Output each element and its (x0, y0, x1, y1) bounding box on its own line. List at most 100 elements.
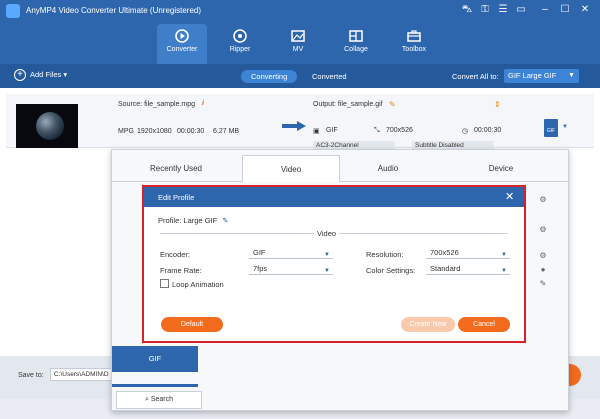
settings-icon[interactable]: ⚙ (539, 196, 547, 204)
format-dropdown-icon[interactable]: ▼ (562, 124, 568, 130)
edit-icon[interactable]: ✎ (389, 100, 396, 109)
feedback-icon[interactable]: ▭ (514, 3, 528, 17)
encoder-value: GIF (253, 248, 266, 257)
thumbnail-image (36, 112, 64, 140)
tab-toolbox[interactable]: Toolbox (389, 24, 439, 64)
save-path-field[interactable]: C:\Users\ADMIN\D (50, 368, 114, 381)
format-list-item-gif[interactable]: GIF (112, 346, 198, 372)
video-thumbnail[interactable] (16, 104, 78, 148)
resolution-select[interactable]: 700x526 ▼ (426, 247, 510, 259)
converter-icon (175, 29, 189, 43)
color-settings-value: Standard (430, 264, 461, 273)
tab-device[interactable]: Device (436, 155, 566, 182)
close-icon[interactable]: ✕ (505, 190, 514, 203)
mv-icon (291, 30, 305, 42)
format-search-button[interactable]: ⌕ Search (116, 391, 202, 409)
settings-icon[interactable]: ⚙ (539, 252, 547, 260)
chevron-down-icon: ▼ (568, 72, 575, 79)
toolbox-icon (407, 30, 421, 42)
encoder-select[interactable]: GIF ▼ (249, 247, 333, 259)
tab-collage[interactable]: Collage (331, 24, 381, 64)
edit-icon[interactable]: ✎ (222, 216, 228, 225)
info-icon[interactable]: i (202, 100, 204, 107)
color-settings-select[interactable]: Standard ▼ (426, 263, 510, 275)
compress-icon[interactable]: ⇕ (494, 100, 501, 109)
close-icon[interactable]: ✕ (578, 3, 592, 17)
output-resolution: 700x526 (386, 127, 413, 134)
add-files-label: Add Files (30, 69, 62, 79)
tab-ripper-label: Ripper (229, 46, 251, 53)
default-button[interactable]: Default (161, 317, 223, 332)
search-label: Search (150, 396, 174, 403)
clock-icon: ◷ (462, 128, 469, 135)
loop-animation-checkbox[interactable] (160, 279, 169, 288)
tab-converter[interactable]: Converter (157, 24, 207, 64)
output-format: GIF (326, 127, 338, 134)
chevron-down-icon: ▼ (324, 268, 330, 274)
menu-icon[interactable]: ☰ (496, 3, 510, 17)
convert-all-label: Convert All to: (452, 72, 499, 81)
window-title: AnyMP4 Video Converter Ultimate (Unregis… (26, 6, 202, 15)
tab-collage-label: Collage (344, 46, 368, 53)
edit-icon[interactable]: ✎ (539, 280, 547, 288)
source-file-name: Source: file_sample.mpg (118, 101, 196, 108)
format-tabs: Recently Used Video Audio Device (112, 155, 568, 182)
chevron-down-icon: ▼ (501, 268, 507, 274)
color-settings-label: Color Settings: (366, 266, 416, 275)
tab-mv[interactable]: MV (273, 24, 323, 64)
tab-ripper[interactable]: Ripper (215, 24, 265, 64)
minimize-icon[interactable]: – (538, 3, 552, 17)
output-duration: 00:00:30 (474, 127, 502, 134)
source-size: 6.27 MB (213, 128, 240, 135)
tab-toolbox-label: Toolbox (401, 46, 427, 53)
frame-rate-value: 7fps (253, 264, 268, 273)
dialog-header (144, 187, 524, 207)
video-section-label: Video (314, 229, 340, 238)
add-files-button[interactable]: + Add Files ▾ (14, 69, 67, 83)
collage-icon (349, 30, 363, 42)
profile-name: Profile: Large GIF ✎ (158, 216, 229, 225)
app-logo-icon (6, 4, 20, 18)
tab-audio[interactable]: Audio (340, 155, 436, 182)
format-badge-label: GIF (546, 128, 556, 134)
encoder-label: Encoder: (160, 250, 191, 259)
create-new-button[interactable]: Create New (401, 317, 455, 332)
cart-icon[interactable]: ⛍ (460, 3, 474, 17)
search-icon: ⌕ (144, 396, 149, 403)
cancel-button[interactable]: Cancel (458, 317, 510, 332)
output-file-name: Output: file_sample.gif (313, 101, 383, 108)
arrow-right-icon (282, 121, 306, 131)
dialog-title: Edit Profile (158, 193, 195, 202)
delete-icon[interactable]: ● (539, 266, 547, 274)
tab-converted[interactable]: Converted (302, 70, 357, 83)
format-list-scrollbar[interactable] (112, 384, 198, 387)
tab-converter-label: Converter (166, 46, 198, 53)
convert-all-select[interactable]: GIF Large GIF ▼ (504, 69, 579, 83)
key-icon[interactable]: ⚿ (478, 3, 492, 17)
film-icon: ▣ (313, 128, 320, 135)
settings-icon[interactable]: ⚙ (539, 226, 547, 234)
plus-icon: + (14, 69, 26, 81)
profile-label: Profile: Large GIF (158, 216, 218, 225)
tab-mv-label: MV (292, 46, 304, 53)
source-format: MPG (118, 128, 134, 135)
frame-rate-label: Frame Rate: (160, 266, 202, 275)
maximize-icon[interactable]: ☐ (558, 3, 572, 17)
title-bar: AnyMP4 Video Converter Ultimate (Unregis… (0, 0, 600, 22)
frame-rate-select[interactable]: 7fps ▼ (249, 263, 333, 275)
tab-converting[interactable]: Converting (241, 70, 298, 83)
format-badge[interactable]: GIF (544, 119, 558, 137)
chevron-down-icon: ▼ (324, 252, 330, 258)
loop-animation-label: Loop Animation (172, 280, 224, 289)
resolution-label: Resolution: (366, 250, 404, 259)
tab-recently-used[interactable]: Recently Used (112, 155, 240, 182)
source-duration: 00:00:30 (177, 128, 205, 135)
ripper-icon (233, 29, 247, 43)
tab-video[interactable]: Video (242, 155, 340, 182)
resolution-value: 700x526 (430, 248, 459, 257)
source-resolution: 1920x1080 (137, 128, 172, 135)
sub-toolbar: + Add Files ▾ Converting Converted Conver… (0, 64, 600, 88)
main-nav: Converter Ripper MV Collage Toolbox (0, 22, 600, 64)
convert-all-value: GIF Large GIF (508, 71, 557, 80)
chevron-down-icon: ▼ (501, 252, 507, 258)
